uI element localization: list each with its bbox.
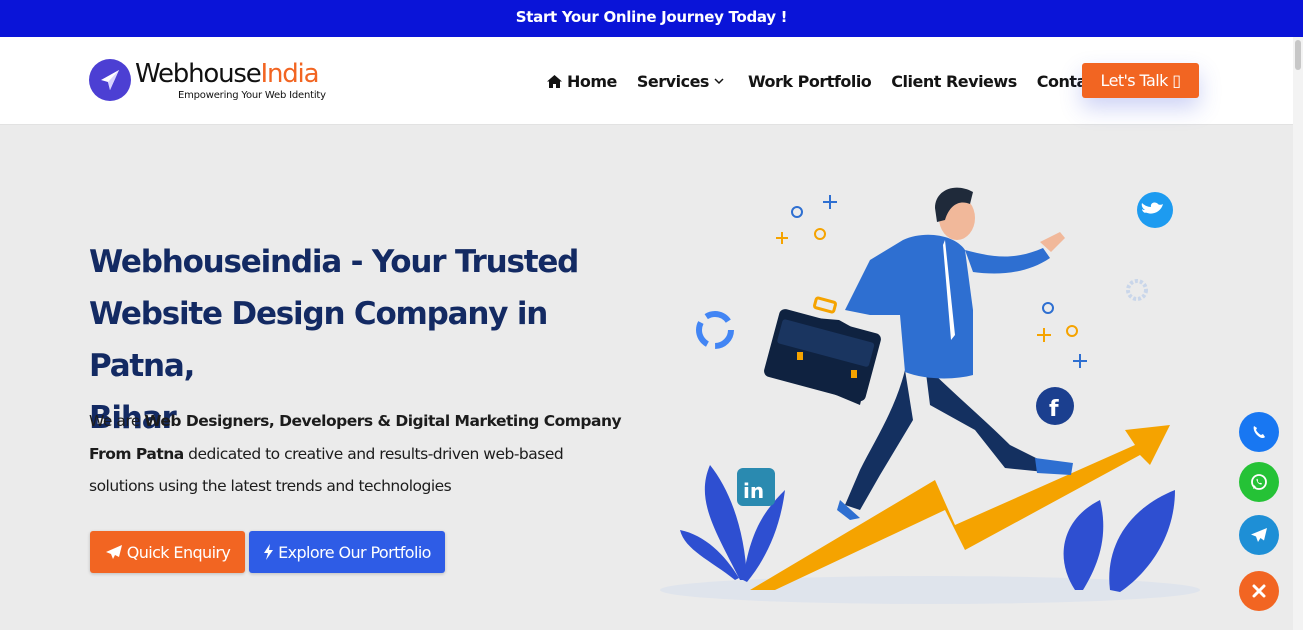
svg-text:f: f bbox=[1049, 397, 1059, 422]
linkedin-icon: in bbox=[737, 468, 775, 506]
close-button[interactable] bbox=[1239, 571, 1279, 611]
telegram-icon bbox=[1251, 528, 1267, 542]
logo[interactable]: WebhouseIndia Empowering Your Web Identi… bbox=[89, 57, 339, 107]
twitter-icon bbox=[1137, 192, 1173, 228]
close-icon bbox=[1252, 584, 1266, 598]
chevron-down-icon bbox=[714, 78, 724, 85]
lets-talk-button[interactable]: Let's Talk ▯ bbox=[1082, 63, 1199, 98]
logo-name: WebhouseIndia bbox=[135, 59, 320, 89]
whatsapp-button[interactable] bbox=[1239, 462, 1279, 502]
explore-portfolio-label: Explore Our Portfolio bbox=[278, 542, 431, 562]
nav-home[interactable]: Home bbox=[546, 72, 617, 91]
hero-description: We are Web Designers, Developers & Digit… bbox=[89, 405, 624, 503]
bolt-icon bbox=[264, 544, 274, 560]
telegram-button[interactable] bbox=[1239, 515, 1279, 555]
main-menu: Home Services Work Portfolio Client Revi… bbox=[546, 72, 1148, 91]
page-scrollbar[interactable] bbox=[1293, 37, 1303, 630]
google-icon bbox=[696, 311, 734, 349]
nav-client-reviews-label: Client Reviews bbox=[891, 72, 1017, 91]
nav-services-label: Services bbox=[636, 72, 710, 91]
navbar: WebhouseIndia Empowering Your Web Identi… bbox=[0, 37, 1303, 125]
paper-plane-icon bbox=[105, 545, 122, 559]
hero-illustration: f in bbox=[660, 187, 1200, 604]
quick-enquiry-label: Quick Enquiry bbox=[126, 542, 231, 562]
facebook-icon: f bbox=[1036, 387, 1074, 425]
nav-work-portfolio[interactable]: Work Portfolio bbox=[747, 72, 872, 91]
scrollbar-thumb[interactable] bbox=[1295, 40, 1301, 70]
svg-text:in: in bbox=[743, 479, 764, 503]
logo-name-part2: India bbox=[260, 59, 320, 89]
leaves-right-decoration bbox=[1063, 490, 1175, 592]
hero-title-line1: Webhouseindia - Your Trusted bbox=[89, 244, 579, 280]
logo-paper-plane-icon bbox=[89, 59, 131, 101]
businessman-figure bbox=[764, 187, 1073, 520]
nav-client-reviews[interactable]: Client Reviews bbox=[891, 72, 1017, 91]
nav-home-label: Home bbox=[567, 72, 617, 91]
logo-tagline: Empowering Your Web Identity bbox=[178, 90, 326, 101]
nav-work-portfolio-label: Work Portfolio bbox=[747, 72, 872, 91]
announcement-bar: Start Your Online Journey Today ! bbox=[0, 0, 1303, 37]
logo-name-part1: Webhouse bbox=[135, 59, 262, 89]
whatsapp-icon bbox=[1251, 474, 1267, 490]
quick-enquiry-button[interactable]: Quick Enquiry bbox=[90, 531, 245, 573]
phone-button[interactable] bbox=[1239, 412, 1279, 452]
nav-services[interactable]: Services bbox=[637, 72, 728, 91]
announcement-text: Start Your Online Journey Today ! bbox=[515, 8, 788, 26]
hero-desc-prefix: We are bbox=[89, 412, 145, 430]
gear-icon bbox=[1126, 279, 1148, 301]
hero-title-line2: Website Design Company in Patna, bbox=[89, 296, 548, 384]
home-icon bbox=[547, 75, 562, 88]
explore-portfolio-button[interactable]: Explore Our Portfolio bbox=[249, 531, 445, 573]
growth-arrow bbox=[750, 425, 1170, 590]
phone-icon bbox=[1253, 426, 1265, 439]
